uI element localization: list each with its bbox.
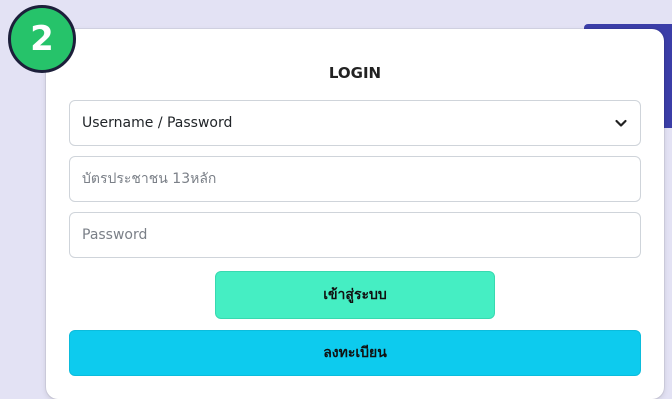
register-button[interactable]: ลงทะเบียน: [69, 330, 641, 376]
step-number: 2: [30, 19, 54, 59]
login-method-select[interactable]: Username / Password: [69, 100, 641, 146]
login-button[interactable]: เข้าสู่ระบบ: [215, 271, 495, 319]
password-placeholder: Password: [82, 227, 148, 243]
password-input[interactable]: Password: [69, 212, 641, 258]
id-card-input[interactable]: บัตรประชาชน 13หลัก: [69, 156, 641, 202]
register-button-label: ลงทะเบียน: [323, 345, 387, 361]
login-method-value: Username / Password: [82, 115, 233, 131]
chevron-down-icon: [614, 116, 628, 130]
id-card-placeholder: บัตรประชาชน 13หลัก: [82, 171, 217, 187]
login-title: LOGIN: [328, 64, 382, 82]
login-button-label: เข้าสู่ระบบ: [323, 287, 387, 303]
step-number-badge: 2: [8, 5, 76, 73]
